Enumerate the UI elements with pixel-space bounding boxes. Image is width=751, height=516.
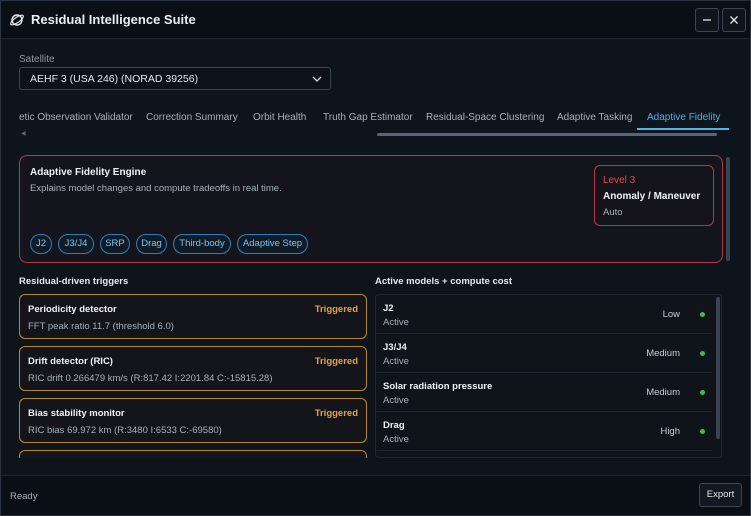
- minimize-icon: [703, 19, 711, 21]
- chip-j3-j4[interactable]: J3/J4: [58, 234, 94, 254]
- tab-scrollbar[interactable]: ◀: [19, 131, 731, 137]
- adaptive-fidelity-engine-card: Adaptive Fidelity Engine Explains model …: [19, 155, 723, 263]
- models-title: Active models + compute cost: [375, 276, 512, 287]
- models-scrollbar[interactable]: [716, 297, 720, 455]
- trigger-card-bias[interactable]: Bias stability monitor Triggered RIC bia…: [19, 398, 367, 443]
- trigger-detail: RIC bias 69.972 km (R:3480 I:6533 C:-695…: [28, 425, 222, 436]
- satellite-select[interactable]: AEHF 3 (USA 246) (NORAD 39256): [19, 67, 331, 90]
- model-cost: Medium: [646, 348, 680, 359]
- fidelity-level-box: Level 3 Anomaly / Maneuver Auto: [594, 165, 714, 226]
- minimize-button[interactable]: [695, 8, 719, 32]
- chip-drag[interactable]: Drag: [136, 234, 167, 254]
- app-window: Residual Intelligence Suite Satellite AE…: [0, 0, 751, 516]
- export-button[interactable]: Export: [699, 483, 742, 507]
- models-scrollbar-thumb[interactable]: [716, 297, 720, 439]
- content-scrollbar[interactable]: [726, 157, 730, 457]
- chip-srp[interactable]: SRP: [100, 234, 130, 254]
- tab-bar: etic Observation Validator Correction Su…: [19, 104, 731, 138]
- active-models-list: J2 Active Low J3/J4 Active Medium Solar …: [375, 294, 722, 458]
- chevron-down-icon: [312, 76, 322, 82]
- model-row-srp[interactable]: Solar radiation pressure Active Medium: [376, 373, 712, 412]
- status-dot-icon: [700, 390, 705, 395]
- chip-j2[interactable]: J2: [30, 234, 52, 254]
- model-state: Active: [383, 317, 409, 328]
- app-title: Residual Intelligence Suite: [31, 12, 196, 27]
- model-cost: High: [660, 426, 680, 437]
- trigger-status: Triggered: [314, 408, 358, 419]
- satellite-label: Satellite: [19, 54, 55, 65]
- model-cost: Medium: [646, 387, 680, 398]
- scroll-left-icon[interactable]: ◀: [21, 131, 26, 137]
- triggers-list: Periodicity detector Triggered FFT peak …: [19, 294, 368, 458]
- tab-orbit-health[interactable]: Orbit Health: [253, 112, 306, 123]
- trigger-status: Triggered: [314, 356, 358, 367]
- chip-adaptive-step[interactable]: Adaptive Step: [237, 234, 308, 254]
- trigger-name: Periodicity detector: [28, 304, 117, 315]
- model-state: Active: [383, 434, 409, 445]
- trigger-card-drift[interactable]: Drift detector (RIC) Triggered RIC drift…: [19, 346, 367, 391]
- model-name: J2: [383, 303, 394, 314]
- model-name: Solar radiation pressure: [383, 381, 493, 392]
- level-mode: Auto: [603, 207, 623, 218]
- active-tab-indicator: [637, 128, 729, 130]
- model-state: Active: [383, 356, 409, 367]
- level-name: Level 3: [603, 175, 636, 186]
- model-cost: Low: [662, 309, 680, 320]
- content-scrollbar-thumb[interactable]: [726, 157, 730, 261]
- level-kind: Anomaly / Maneuver: [603, 191, 701, 202]
- tab-adaptive-fidelity[interactable]: Adaptive Fidelity: [647, 112, 720, 123]
- engine-description: Explains model changes and compute trade…: [30, 183, 282, 194]
- satellite-orbit-icon: [10, 14, 24, 26]
- status-dot-icon: [700, 312, 705, 317]
- model-name: J3/J4: [383, 342, 407, 353]
- model-row-j3-j4[interactable]: J3/J4 Active Medium: [376, 334, 712, 373]
- trigger-name: Bias stability monitor: [28, 408, 125, 419]
- trigger-detail: FFT peak ratio 11.7 (threshold 6.0): [28, 321, 174, 332]
- status-text: Ready: [10, 491, 38, 502]
- satellite-select-value: AEHF 3 (USA 246) (NORAD 39256): [30, 73, 199, 85]
- model-row-j2[interactable]: J2 Active Low: [376, 295, 712, 334]
- status-dot-icon: [700, 351, 705, 356]
- tab-adaptive-tasking[interactable]: Adaptive Tasking: [557, 112, 632, 123]
- close-button[interactable]: [722, 8, 746, 32]
- triggers-title: Residual-driven triggers: [19, 276, 129, 287]
- engine-title: Adaptive Fidelity Engine: [30, 167, 147, 178]
- status-dot-icon: [700, 429, 705, 434]
- tab-truth-gap-estimator[interactable]: Truth Gap Estimator: [323, 112, 413, 123]
- close-icon: [730, 16, 738, 24]
- title-bar: Residual Intelligence Suite: [1, 1, 750, 39]
- model-name: Drag: [383, 420, 405, 431]
- chip-third-body[interactable]: Third-body: [173, 234, 231, 254]
- model-state: Active: [383, 395, 409, 406]
- model-row-drag[interactable]: Drag Active High: [376, 412, 712, 451]
- trigger-card-partial[interactable]: [19, 450, 367, 458]
- tab-scrollbar-thumb[interactable]: [377, 133, 717, 136]
- trigger-status: Triggered: [314, 304, 358, 315]
- trigger-detail: RIC drift 0.266479 km/s (R:817.42 I:2201…: [28, 373, 273, 384]
- status-bar: Ready Export: [1, 475, 750, 515]
- trigger-name: Drift detector (RIC): [28, 356, 113, 367]
- trigger-card-periodicity[interactable]: Periodicity detector Triggered FFT peak …: [19, 294, 367, 339]
- tab-correction-summary[interactable]: Correction Summary: [146, 112, 238, 123]
- tab-residual-space-clustering[interactable]: Residual-Space Clustering: [426, 112, 544, 123]
- tab-synthetic-observation-validator[interactable]: etic Observation Validator: [19, 112, 133, 123]
